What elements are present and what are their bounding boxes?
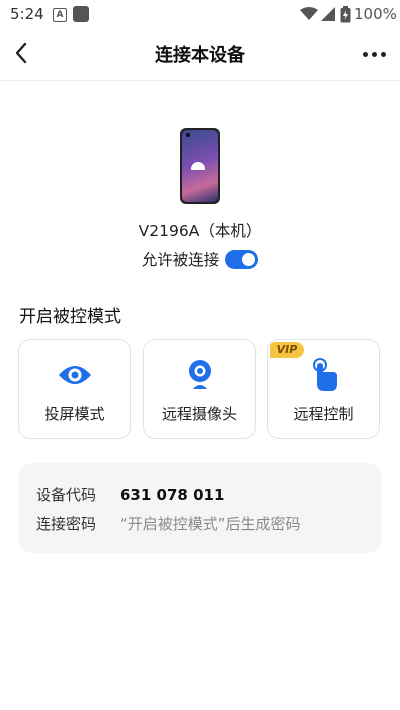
device-code-value: 631 078 011 xyxy=(120,486,225,504)
more-options-icon[interactable] xyxy=(363,52,386,57)
mode-label: 投屏模式 xyxy=(44,405,105,423)
page-title: 连接本设备 xyxy=(155,45,245,66)
webcam-icon xyxy=(188,360,211,389)
allow-connection-label: 允许被连接 xyxy=(141,251,220,269)
phone-device-image xyxy=(180,128,220,204)
vip-badge: VIP xyxy=(270,342,304,358)
mode-card-remote-control[interactable]: VIP 远程控制 xyxy=(267,339,380,439)
allow-connection-row: 允许被连接 xyxy=(0,248,400,270)
wifi-icon xyxy=(300,7,318,20)
eye-icon xyxy=(58,366,91,384)
allow-connection-toggle[interactable] xyxy=(225,249,259,269)
device-code-label: 设备代码 xyxy=(36,486,97,504)
device-code-row: 设备代码 631 078 011 xyxy=(36,484,224,505)
notification-app-icon xyxy=(73,6,89,22)
connection-info-panel: 设备代码 631 078 011 连接密码 “开启被控模式”后生成密码 xyxy=(18,463,382,553)
status-bar: 5:24 A 100% xyxy=(0,0,400,28)
battery-percentage: 100% xyxy=(354,5,397,23)
app-header: 连接本设备 xyxy=(0,28,400,81)
mode-card-remote-camera[interactable]: 远程摄像头 xyxy=(143,339,256,439)
mode-label: 远程摄像头 xyxy=(161,405,237,423)
touch-hand-icon xyxy=(312,358,337,391)
battery-charging-icon xyxy=(340,6,351,23)
mode-card-screen-cast[interactable]: 投屏模式 xyxy=(18,339,131,439)
status-time: 5:24 xyxy=(10,5,44,23)
connection-password-label: 连接密码 xyxy=(36,515,97,533)
device-name: V2196A（本机） xyxy=(138,222,262,240)
signal-icon xyxy=(321,7,335,21)
notification-a-icon: A xyxy=(53,8,67,22)
section-title: 开启被控模式 xyxy=(19,307,121,327)
connection-password-row: 连接密码 “开启被控模式”后生成密码 xyxy=(36,513,301,534)
connection-password-hint: “开启被控模式”后生成密码 xyxy=(120,515,301,533)
android-logo-icon xyxy=(191,162,205,170)
mode-label: 远程控制 xyxy=(293,405,354,423)
